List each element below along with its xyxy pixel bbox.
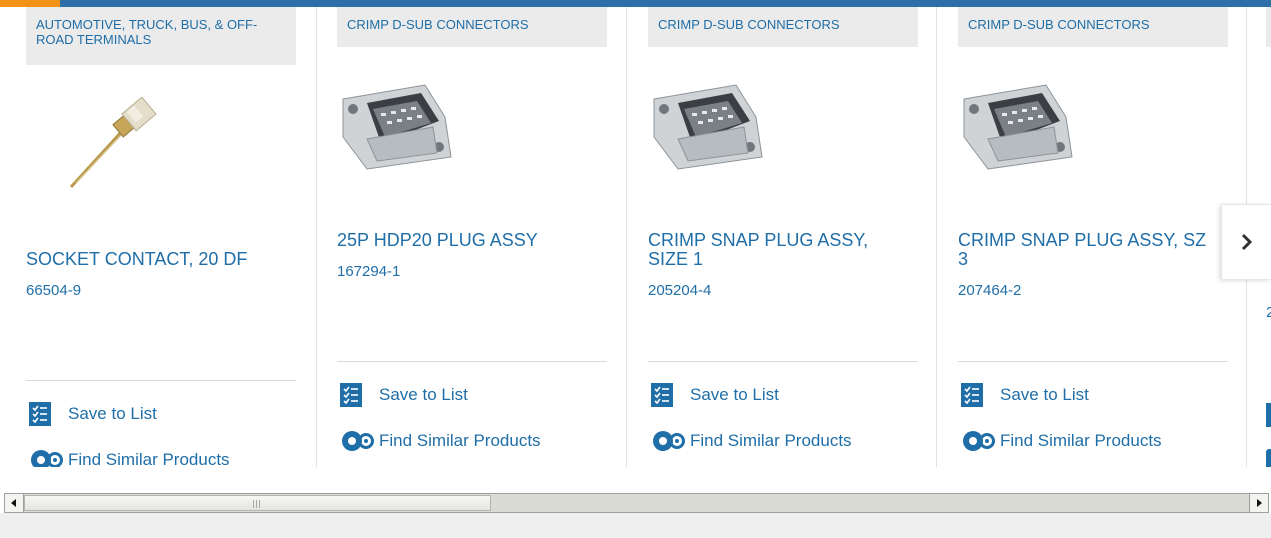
part-number-link[interactable]: 66504-9 <box>26 282 81 299</box>
scrollbar-grip <box>253 500 260 508</box>
scroll-right-arrow-icon <box>1257 499 1262 507</box>
find-similar-products-button[interactable]: Find Similar Products <box>337 429 541 453</box>
save-to-list-button[interactable]: Save to List <box>958 383 1089 407</box>
partial-part-number[interactable]: 2 <box>1266 304 1271 321</box>
category-badge[interactable]: AUTOMOTIVE, TRUCK, BUS, & OFF-ROAD TERMI… <box>26 7 296 65</box>
save-to-list-button[interactable]: Save to List <box>337 383 468 407</box>
scroll-left-button[interactable] <box>5 494 24 512</box>
checklist-icon <box>337 383 365 407</box>
chevron-right-icon <box>1241 233 1253 251</box>
product-card: CRIMP D-SUB CONNECTORS CRIMP SNAP PLUG A… <box>648 7 937 467</box>
top-accent-orange <box>0 0 60 7</box>
scroll-left-arrow-icon <box>11 499 16 507</box>
checklist-icon <box>958 383 986 407</box>
checklist-icon <box>26 402 54 426</box>
scroll-right-button[interactable] <box>1249 494 1268 512</box>
card-separator <box>958 361 1228 362</box>
carousel-next-button[interactable] <box>1221 204 1271 280</box>
find-similar-products-button[interactable]: Find Similar Products <box>26 448 230 467</box>
save-to-list-label: Save to List <box>1000 385 1089 404</box>
partial-category-badge <box>1266 7 1271 47</box>
find-similar-label: Find Similar Products <box>68 450 230 467</box>
part-number-link[interactable]: 205204-4 <box>648 282 711 299</box>
product-card: CRIMP D-SUB CONNECTORS CRIMP SNAP PLUG A… <box>958 7 1247 467</box>
part-number-link[interactable]: 167294-1 <box>337 263 400 280</box>
part-number-link[interactable]: 207464-2 <box>958 282 1021 299</box>
product-title-link[interactable]: CRIMP SNAP PLUG ASSY, SIZE 1 <box>648 231 910 269</box>
find-similar-products-button[interactable]: Find Similar Products <box>648 429 852 453</box>
product-title-link[interactable]: 25P HDP20 PLUG ASSY <box>337 231 609 250</box>
category-badge[interactable]: CRIMP D-SUB CONNECTORS <box>648 7 918 47</box>
card-separator <box>648 361 918 362</box>
product-card: CRIMP D-SUB CONNECTORS 25P HDP20 PLUG AS… <box>337 7 627 467</box>
checklist-icon <box>648 383 676 407</box>
socket-contact-image[interactable] <box>66 95 166 200</box>
d-sub-connector-image[interactable] <box>958 81 1078 176</box>
find-similar-products-button[interactable]: Find Similar Products <box>958 429 1162 453</box>
gears-icon <box>26 448 64 467</box>
gears-icon <box>337 429 375 453</box>
product-carousel: AUTOMOTIVE, TRUCK, BUS, & OFF-ROAD TERMI… <box>0 7 1271 467</box>
save-to-list-label: Save to List <box>68 404 157 423</box>
partial-similar-icon[interactable] <box>1266 449 1271 467</box>
gears-icon <box>958 429 996 453</box>
find-similar-label: Find Similar Products <box>690 431 852 450</box>
scrollbar-thumb[interactable] <box>24 495 491 511</box>
save-to-list-button[interactable]: Save to List <box>648 383 779 407</box>
product-title-link[interactable]: CRIMP SNAP PLUG ASSY, SZ 3 <box>958 231 1220 269</box>
find-similar-label: Find Similar Products <box>1000 431 1162 450</box>
bottom-panel <box>0 513 1271 538</box>
save-to-list-button[interactable]: Save to List <box>26 402 157 426</box>
partial-save-icon[interactable] <box>1266 403 1271 427</box>
horizontal-scrollbar[interactable] <box>4 493 1269 513</box>
card-separator <box>26 380 296 381</box>
card-separator <box>337 361 607 362</box>
save-to-list-label: Save to List <box>379 385 468 404</box>
product-card: AUTOMOTIVE, TRUCK, BUS, & OFF-ROAD TERMI… <box>26 7 317 467</box>
d-sub-connector-image[interactable] <box>337 81 457 176</box>
find-similar-label: Find Similar Products <box>379 431 541 450</box>
save-to-list-label: Save to List <box>690 385 779 404</box>
d-sub-connector-image[interactable] <box>648 81 768 176</box>
top-accent-bar <box>0 0 1271 7</box>
category-badge[interactable]: CRIMP D-SUB CONNECTORS <box>337 7 607 47</box>
product-title-link[interactable]: SOCKET CONTACT, 20 DF <box>26 250 298 269</box>
category-badge[interactable]: CRIMP D-SUB CONNECTORS <box>958 7 1228 47</box>
gears-icon <box>648 429 686 453</box>
